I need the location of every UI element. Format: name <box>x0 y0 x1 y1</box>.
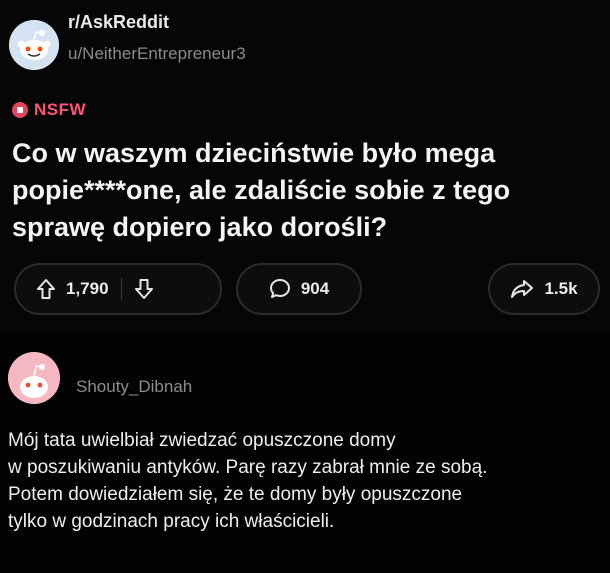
nsfw-label: NSFW <box>34 100 87 119</box>
subreddit-name[interactable]: r/AskReddit <box>68 12 169 33</box>
comment-line: w poszukiwaniu antyków. Parę razy zabrał… <box>8 457 488 478</box>
commenter-avatar[interactable] <box>8 352 60 404</box>
comment: Shouty_Dibnah Mój tata uwielbiał zwiedza… <box>0 336 610 573</box>
post-title[interactable]: Co w waszym dzieciństwie było mega popie… <box>12 135 607 246</box>
reddit-snoo-avatar-icon <box>9 20 59 70</box>
comment-line: Potem dowiedziałem się, że te domy były … <box>8 484 463 505</box>
share-count: 1.5k <box>544 279 578 298</box>
share-button[interactable]: 1.5k <box>488 263 600 315</box>
nsfw-icon <box>12 102 28 118</box>
vote-control: 1,790 <box>14 263 222 315</box>
upvote-arrow-icon[interactable] <box>36 278 56 300</box>
comment-count: 904 <box>300 279 330 298</box>
snoo-avatar-icon <box>8 352 60 404</box>
upvote-count: 1,790 <box>66 279 109 298</box>
downvote-arrow-icon[interactable] <box>134 278 154 300</box>
comment-line: Mój tata uwielbiał zwiedzać opuszczone d… <box>8 430 396 451</box>
post-author[interactable]: u/NeitherEntrepreneur3 <box>68 44 246 64</box>
comments-button[interactable]: 904 <box>236 263 362 315</box>
share-arrow-icon <box>510 278 534 300</box>
comment-author[interactable]: Shouty_Dibnah <box>76 377 192 397</box>
comment-line: tylko w godzinach pracy ich właścicieli. <box>8 511 335 532</box>
subreddit-avatar[interactable] <box>9 20 59 70</box>
post-card: r/AskReddit u/NeitherEntrepreneur3 NSFW … <box>0 0 610 333</box>
nsfw-badge: NSFW <box>12 100 86 120</box>
comment-body: Mój tata uwielbiał zwiedzać opuszczone d… <box>8 427 608 535</box>
comment-bubble-icon <box>269 278 291 300</box>
vote-divider <box>120 278 122 300</box>
